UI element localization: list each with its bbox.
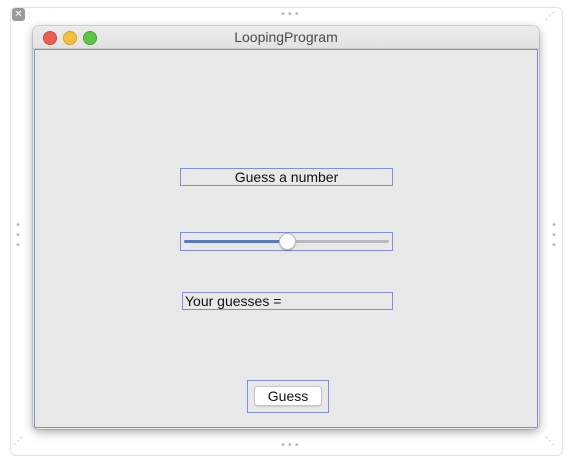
resize-handle-icon[interactable]: ⋱ [545, 437, 555, 447]
prompt-label: Guess a number [180, 168, 393, 186]
guesses-label: Your guesses = [182, 292, 393, 310]
title-bar[interactable]: LoopingProgram [33, 26, 539, 49]
resize-handle-icon[interactable]: ••• [280, 441, 301, 451]
close-icon[interactable]: ✕ [12, 8, 25, 21]
slider-knob[interactable] [278, 233, 296, 250]
slider-track[interactable] [184, 233, 389, 250]
resize-handle-icon[interactable]: ⋰ [545, 12, 555, 22]
guess-button[interactable]: Guess [254, 386, 322, 406]
number-slider[interactable] [180, 232, 393, 251]
app-window: LoopingProgram [33, 26, 539, 429]
resize-handle-icon[interactable]: ⋰ [13, 437, 23, 447]
guess-button-frame: Guess [247, 380, 329, 413]
slider-fill [184, 240, 287, 243]
window-title: LoopingProgram [234, 29, 338, 45]
resize-handle-icon[interactable]: ••• [280, 10, 301, 20]
resize-handle-icon[interactable]: ••• [551, 221, 557, 251]
resize-handle-icon[interactable]: ••• [15, 221, 21, 251]
